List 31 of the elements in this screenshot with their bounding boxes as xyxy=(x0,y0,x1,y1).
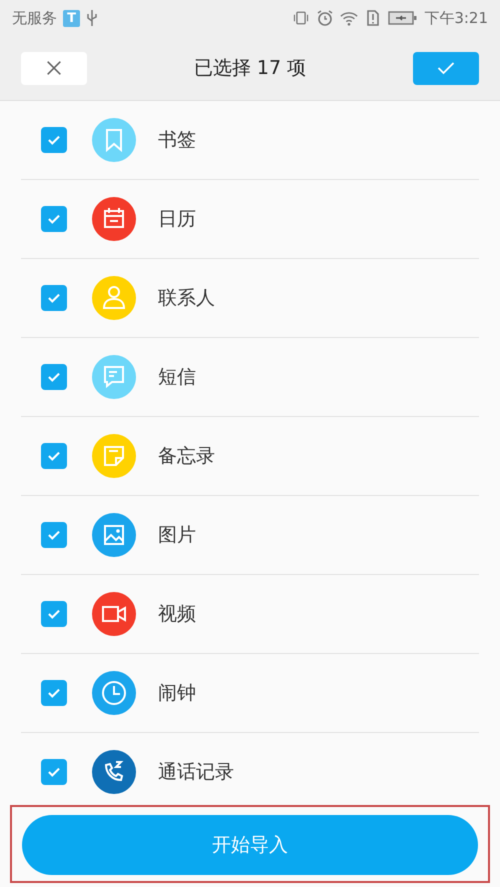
close-button[interactable] xyxy=(21,52,87,84)
vibrate-icon xyxy=(292,9,310,27)
checkbox[interactable] xyxy=(41,522,67,548)
item-label: 视频 xyxy=(158,602,196,627)
checkbox[interactable] xyxy=(41,680,67,706)
item-label: 联系人 xyxy=(158,286,215,311)
checkbox[interactable] xyxy=(41,364,67,390)
app-notification-icon: T xyxy=(63,10,80,26)
usb-icon xyxy=(86,9,98,27)
checkbox[interactable] xyxy=(41,759,67,785)
clock-time: 下午3:21 xyxy=(424,8,488,28)
checkbox[interactable] xyxy=(41,206,67,232)
start-import-button[interactable]: 开始导入 xyxy=(22,815,478,875)
carrier-text: 无服务 xyxy=(12,8,57,28)
checkbox[interactable] xyxy=(41,127,67,153)
wifi-icon xyxy=(340,9,358,27)
item-label: 短信 xyxy=(158,365,196,390)
checkbox[interactable] xyxy=(41,443,67,469)
item-label: 闹钟 xyxy=(158,681,196,706)
item-label: 备忘录 xyxy=(158,444,215,469)
item-label: 日历 xyxy=(158,207,196,232)
checkbox[interactable] xyxy=(41,601,67,627)
alarm-icon xyxy=(316,9,334,27)
battery-icon xyxy=(388,9,418,27)
confirm-button[interactable] xyxy=(412,52,479,84)
selection-title: 已选择 17 项 xyxy=(194,56,306,81)
item-label: 通话记录 xyxy=(158,760,234,785)
close-icon xyxy=(44,59,64,77)
item-label: 书签 xyxy=(158,128,196,153)
item-label: 图片 xyxy=(158,523,196,548)
checkbox[interactable] xyxy=(41,285,67,311)
